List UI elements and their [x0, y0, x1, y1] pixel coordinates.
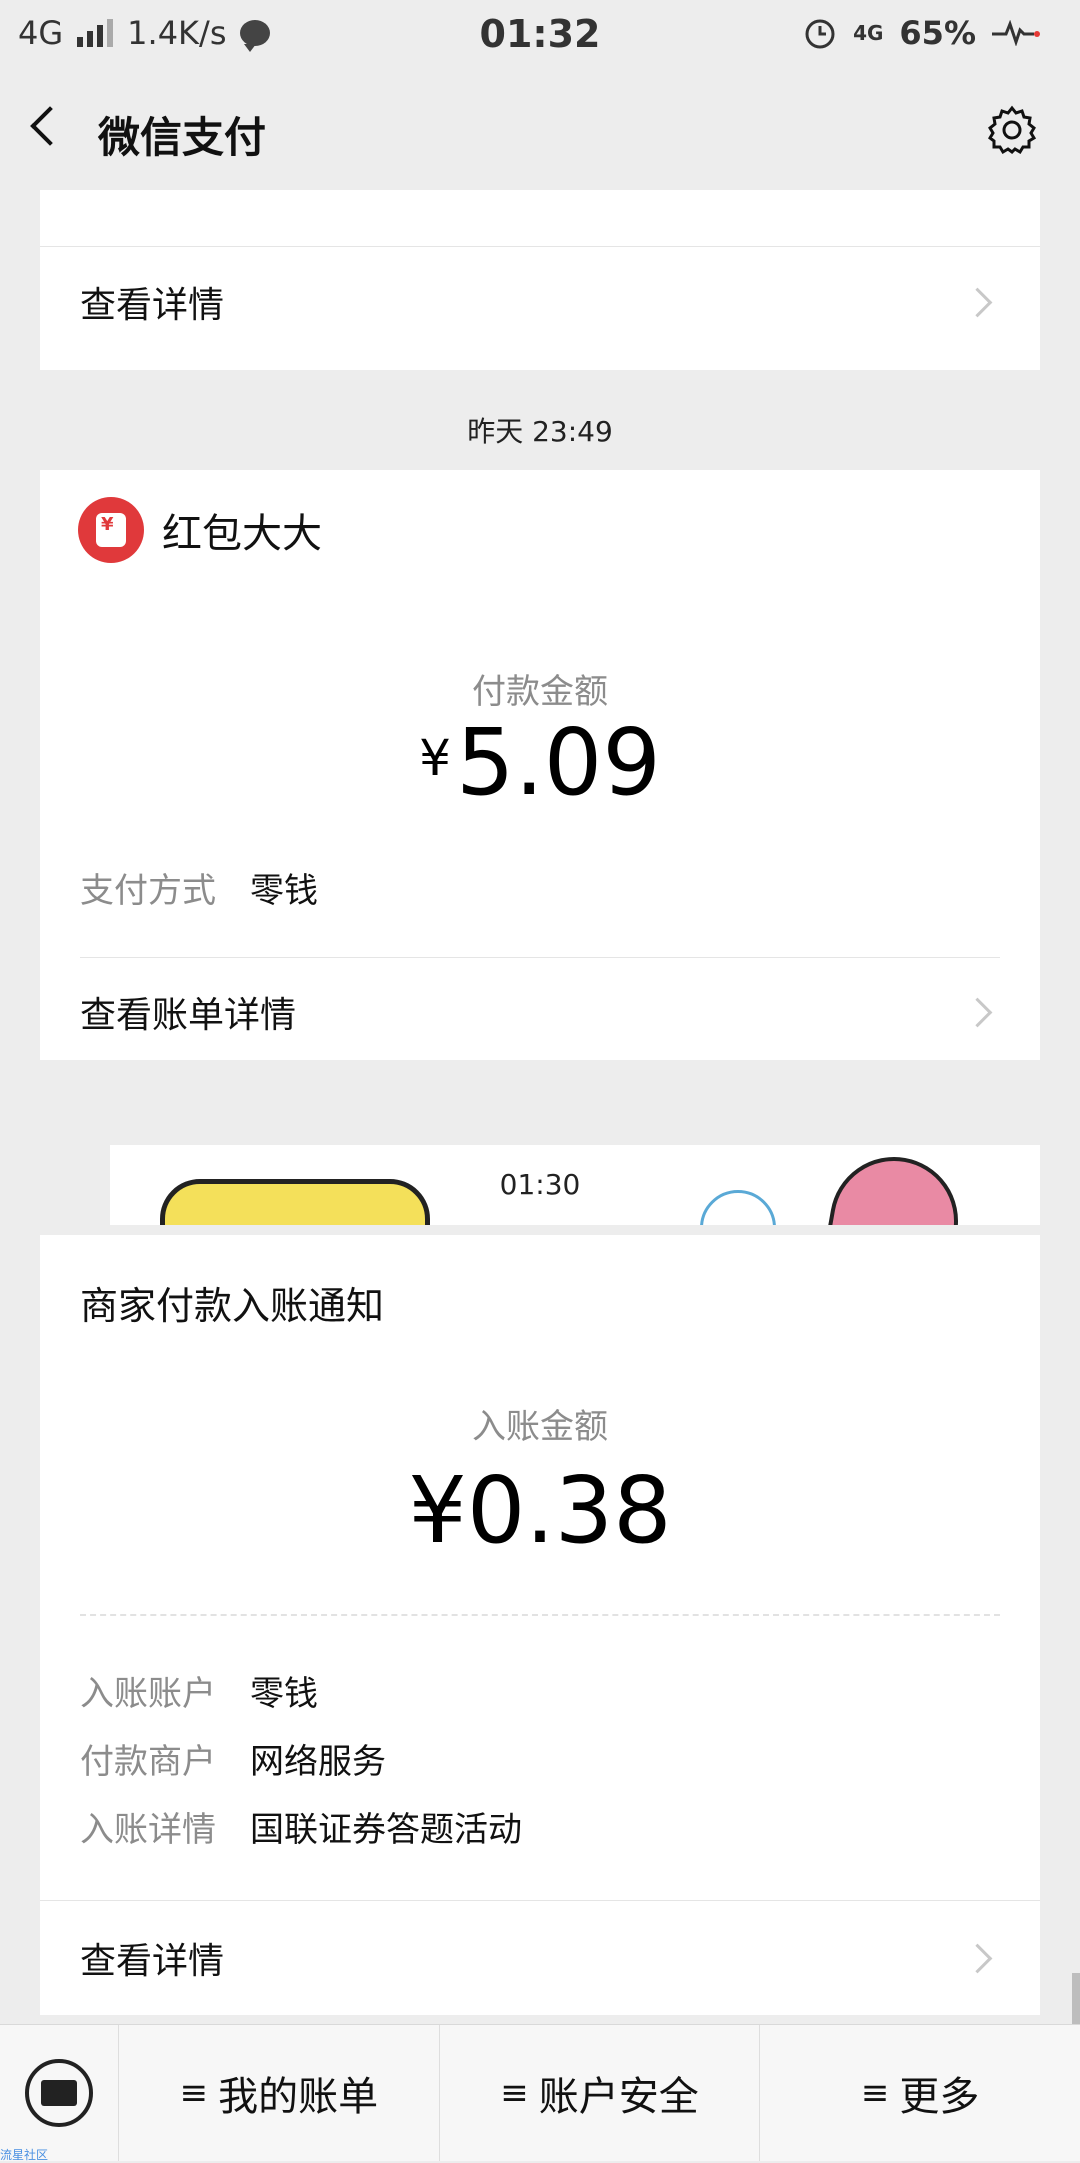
heartbeat-icon: [992, 20, 1040, 46]
settings-gear-icon[interactable]: [986, 104, 1038, 156]
payment-method-key: 支付方式: [80, 870, 216, 911]
message-timestamp: 昨天 23:49: [467, 415, 613, 448]
scrollbar[interactable]: [1072, 1973, 1080, 2024]
detail-value: 网络服务: [250, 1741, 386, 1782]
view-details-label: 查看详情: [80, 285, 225, 326]
menu-icon: ≡: [500, 2073, 529, 2113]
payment-method-row: 支付方式 零钱: [40, 857, 1040, 917]
detail-row: 入账账户 零钱: [40, 1656, 1040, 1724]
payment-amount-label: 付款金额: [472, 672, 608, 712]
menu-my-bills[interactable]: ≡ 我的账单: [119, 2025, 440, 2161]
alarm-icon: [805, 19, 835, 49]
detail-row: 付款商户 网络服务: [40, 1724, 1040, 1792]
income-amount: ¥0.38: [408, 1457, 672, 1564]
chevron-right-icon: [962, 1943, 993, 1973]
status-bar: 4G 1.4K/s 01:32 4G 65%: [0, 0, 1080, 74]
menu-icon: ≡: [179, 2073, 209, 2113]
payment-message-card[interactable]: ¥ 红包大大 付款金额 ¥ 5.09 支付方式 零钱 查看账单详情: [40, 470, 1040, 1060]
income-message-card[interactable]: 商家付款入账通知 入账金额 ¥0.38 入账账户 零钱 付款商户 网络服务 入账…: [40, 1235, 1040, 2015]
detail-key: 入账详情: [80, 1809, 216, 1850]
menu-icon: ≡: [860, 2073, 890, 2113]
payment-amount: ¥ 5.09: [40, 713, 1040, 813]
payment-method-value: 零钱: [250, 870, 318, 911]
menu-more[interactable]: ≡ 更多: [760, 2025, 1080, 2161]
menu-label: 更多: [899, 2074, 980, 2120]
data-network-label: 4G: [853, 21, 884, 45]
view-bill-details-label: 查看账单详情: [80, 995, 297, 1036]
message-card-previous: 查看详情: [40, 190, 1040, 370]
chevron-right-icon: [962, 287, 993, 317]
watermark-text: 流星社区: [0, 2148, 49, 2162]
battery-level: 65%: [899, 14, 976, 52]
detail-value: 国联证券答题活动: [250, 1809, 522, 1850]
detail-value: 零钱: [250, 1673, 318, 1714]
chevron-right-icon: [962, 997, 993, 1027]
detail-key: 付款商户: [80, 1741, 216, 1782]
menu-account-security[interactable]: ≡ 账户安全: [440, 2025, 761, 2161]
income-amount-label: 入账金额: [472, 1407, 608, 1447]
menu-label: 账户安全: [538, 2074, 699, 2120]
back-arrow-icon[interactable]: [30, 106, 70, 146]
merchant-header[interactable]: ¥ 红包大大: [40, 470, 1040, 590]
message-timestamp: 01:30: [499, 1168, 581, 1201]
notification-title: 商家付款入账通知: [80, 1284, 385, 1328]
menu-label: 我的账单: [218, 2074, 379, 2120]
message-list[interactable]: 查看详情 昨天 23:49 ¥ 红包大大 付款金额 ¥ 5.09 支付方式 零钱…: [0, 190, 1080, 2024]
payment-amount-value: 5.09: [456, 709, 661, 816]
title-bar: 微信支付: [0, 74, 1080, 191]
merchant-avatar: ¥: [78, 497, 144, 563]
merchant-name: 红包大大: [162, 511, 322, 557]
view-bill-details-link[interactable]: 查看账单详情: [40, 958, 1040, 1066]
status-right: 4G 65%: [803, 14, 1040, 52]
keyboard-toggle-button[interactable]: [0, 2025, 119, 2161]
view-details-link[interactable]: 查看详情: [40, 1901, 1040, 2015]
detail-row: 入账详情 国联证券答题活动: [40, 1792, 1040, 1860]
view-details-link[interactable]: 查看详情: [40, 247, 1040, 357]
currency-symbol: ¥: [419, 729, 451, 787]
detail-key: 入账账户: [80, 1673, 216, 1714]
page-title: 微信支付: [98, 113, 267, 162]
bottom-menu-bar: ≡ 我的账单 ≡ 账户安全 ≡ 更多: [0, 2024, 1080, 2161]
keyboard-icon: [25, 2059, 93, 2127]
view-details-label: 查看详情: [80, 1941, 225, 1982]
